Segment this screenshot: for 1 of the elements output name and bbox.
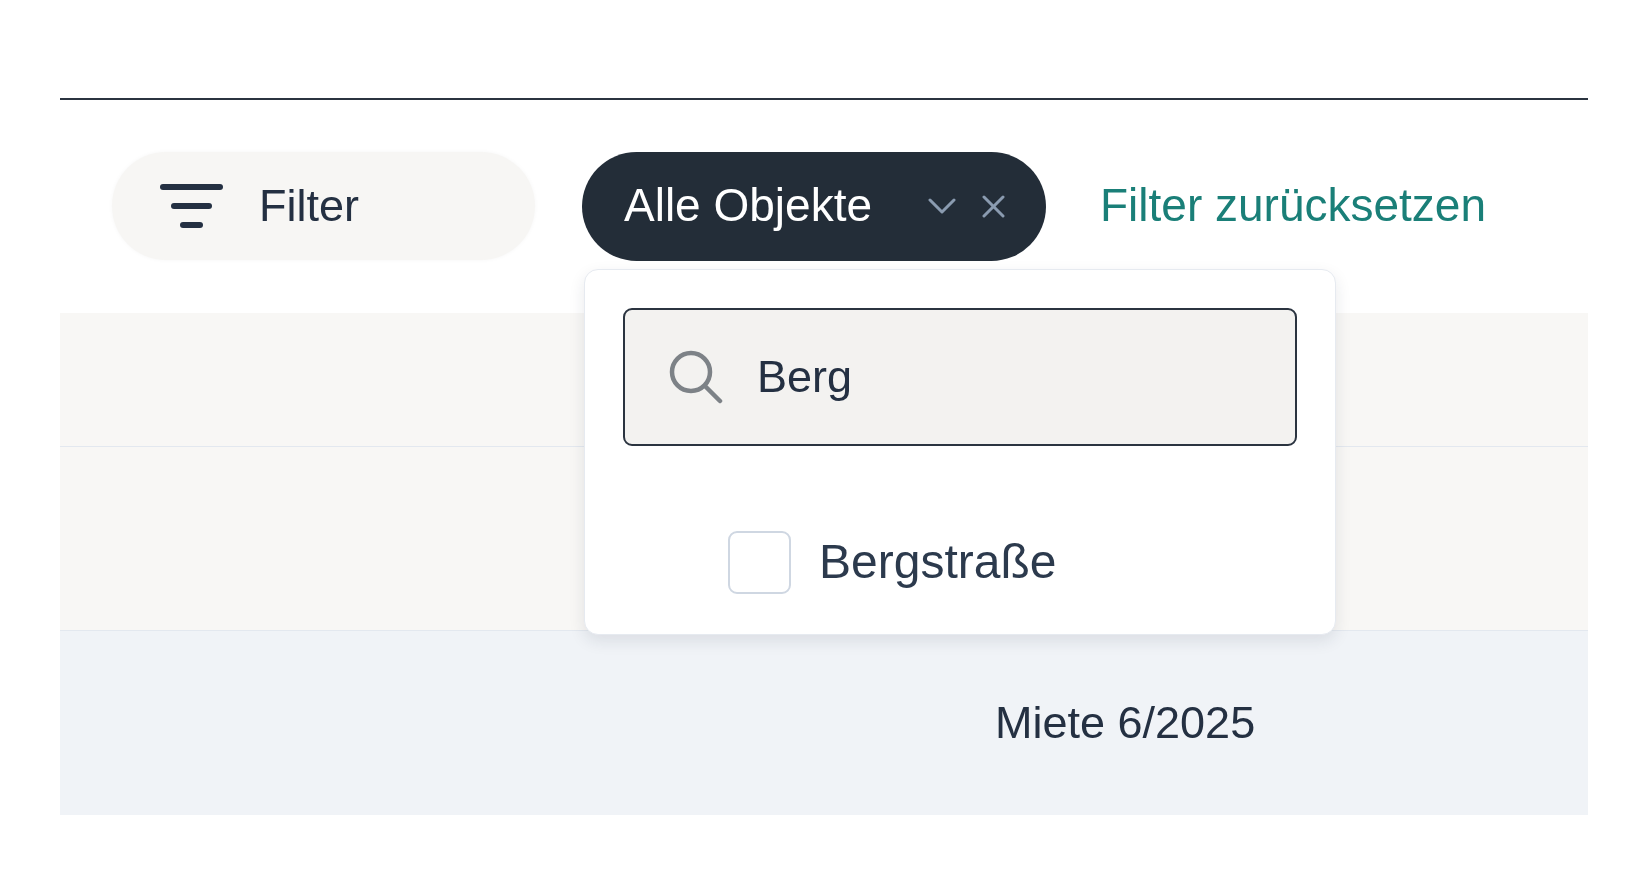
row-label: Miete 6/2025 xyxy=(995,696,1256,750)
